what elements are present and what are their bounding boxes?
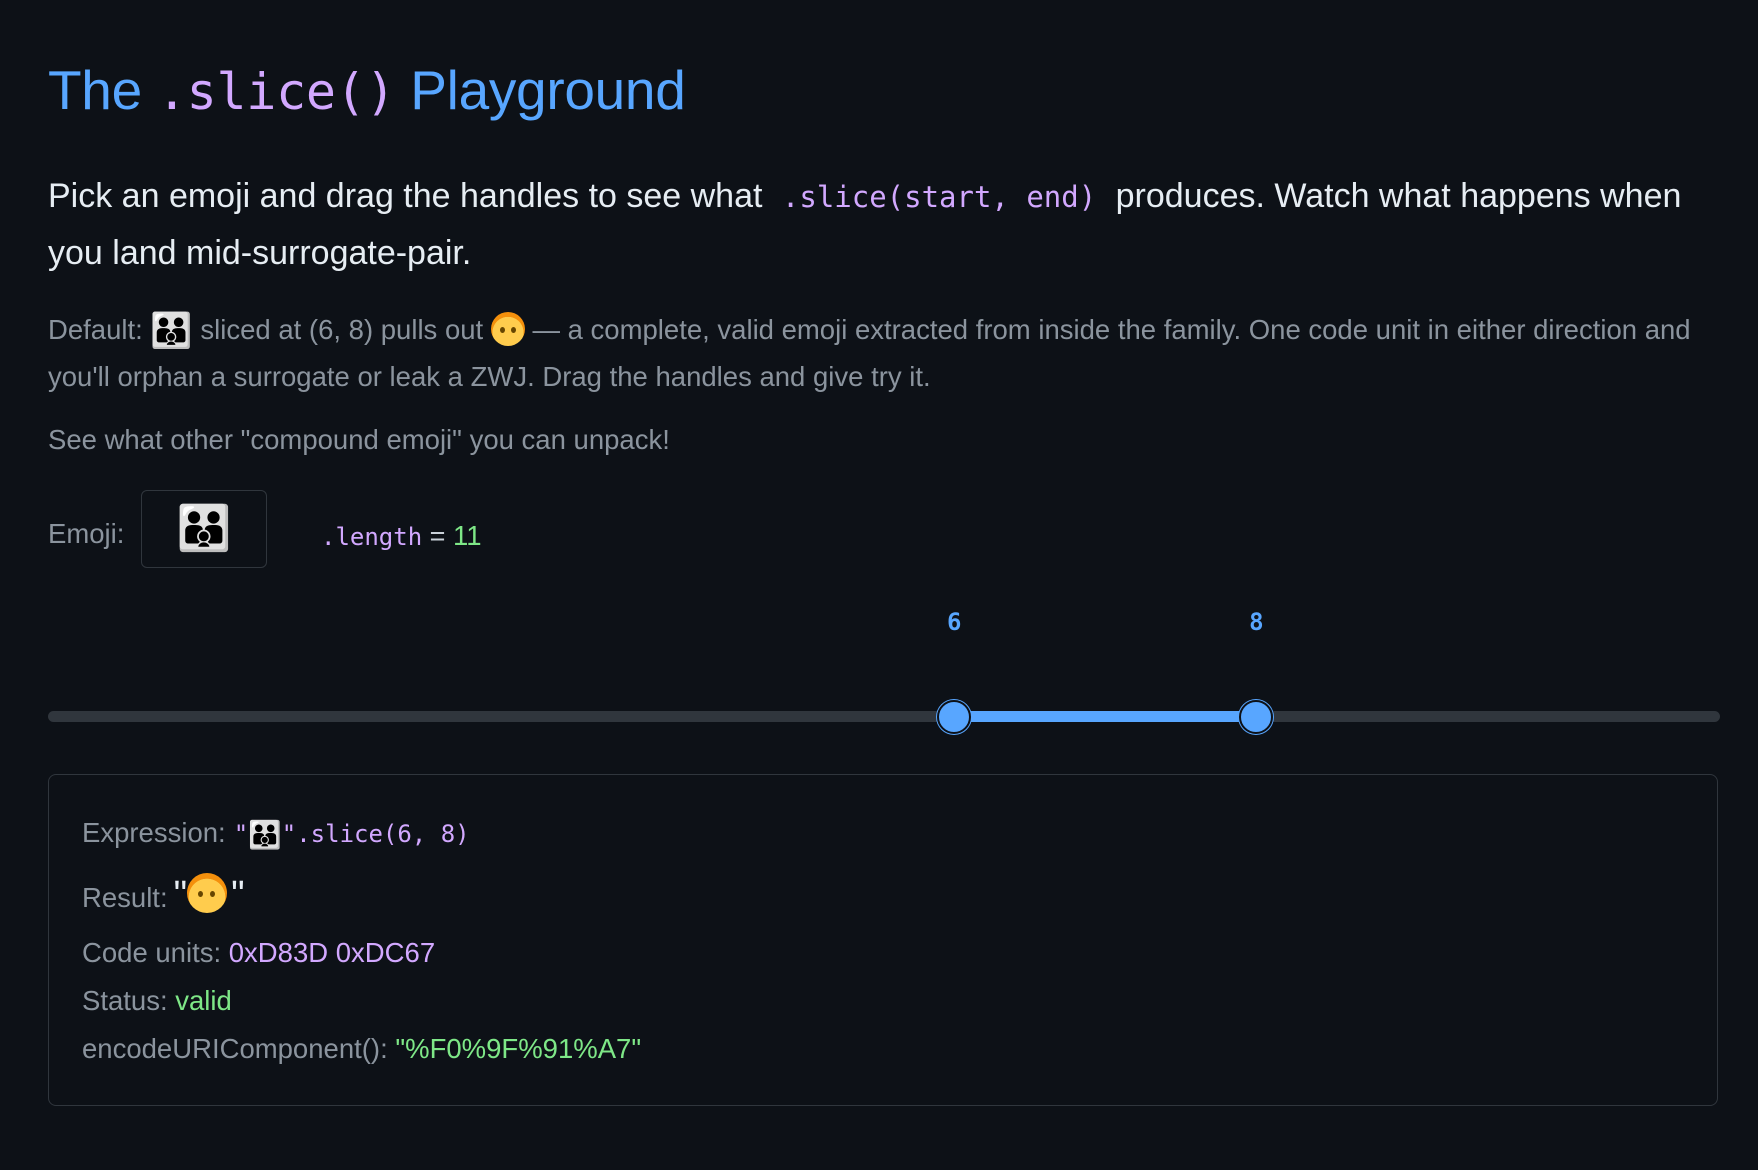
slider-selected-range [954, 711, 1257, 722]
title-pre: The [48, 59, 157, 121]
emoji-picker-row: Emoji: 👪 .length = 11 [48, 490, 748, 568]
expression-code: "👪".slice(6, 8) [233, 820, 470, 851]
default-note: Default: 👪 sliced at (6, 8) pulls out — … [48, 307, 1720, 399]
hint-text: See what other "compound emoji" you can … [48, 424, 670, 455]
length-equals: = [422, 521, 453, 551]
result-line: Result: " " [82, 873, 245, 917]
expression-line: Expression: "👪".slice(6, 8) [82, 817, 470, 851]
girl-emoji-icon [490, 312, 525, 346]
length-code: .length [321, 523, 423, 551]
result-quote-open: " [173, 874, 188, 916]
intro-paragraph: Pick an emoji and drag the handles to se… [48, 168, 1720, 281]
end-handle-label: 8 [1249, 608, 1264, 636]
intro-text-1: Pick an emoji and drag the handles to se… [48, 177, 772, 215]
length-value: 11 [452, 520, 482, 551]
result-quote-close: " [231, 874, 245, 916]
length-readout: .length = 11 [321, 520, 482, 552]
code-units-line: Code units: 0xD83D 0xDC67 [82, 937, 435, 969]
expression-quote-open: " [233, 820, 249, 848]
encode-value: "%F0%9F%91%A7" [395, 1033, 642, 1064]
status-line: Status: valid [82, 985, 232, 1017]
page-title: The .slice() Playground [48, 58, 686, 122]
title-post: Playground [395, 59, 686, 121]
title-code: .slice() [156, 63, 396, 121]
start-handle[interactable] [937, 700, 972, 734]
status-label: Status: [82, 985, 168, 1016]
start-handle-label: 6 [946, 608, 962, 636]
emoji-label: Emoji: [48, 518, 125, 549]
note-prefix: Default: [48, 314, 151, 345]
code-units-value: 0xD83D 0xDC67 [228, 937, 436, 968]
note-middle: sliced at (6, 8) pulls out [192, 314, 491, 345]
encode-label: encodeURIComponent(): [82, 1033, 388, 1064]
result-girl-emoji-icon [187, 873, 228, 913]
code-units-label: Code units: [82, 937, 222, 968]
range-slider[interactable]: 6 8 [48, 590, 1720, 734]
intro-code: .slice(start, end) [781, 180, 1097, 214]
status-value: valid [175, 985, 232, 1016]
result-label: Result: [82, 882, 168, 913]
slider-track[interactable] [48, 711, 1720, 722]
end-handle[interactable] [1239, 700, 1274, 734]
expression-label: Expression: [82, 817, 226, 848]
expression-rest: ".slice(6, 8) [281, 820, 470, 848]
result-panel: Expression: "👪".slice(6, 8) Result: " " Cod… [48, 774, 1718, 1106]
expression-family-emoji-icon: 👪 [248, 820, 282, 851]
encode-line: encodeURIComponent(): "%F0%9F%91%A7" [82, 1033, 641, 1065]
family-emoji-icon: 👪 [150, 311, 193, 351]
emoji-input[interactable]: 👪 [141, 490, 267, 568]
